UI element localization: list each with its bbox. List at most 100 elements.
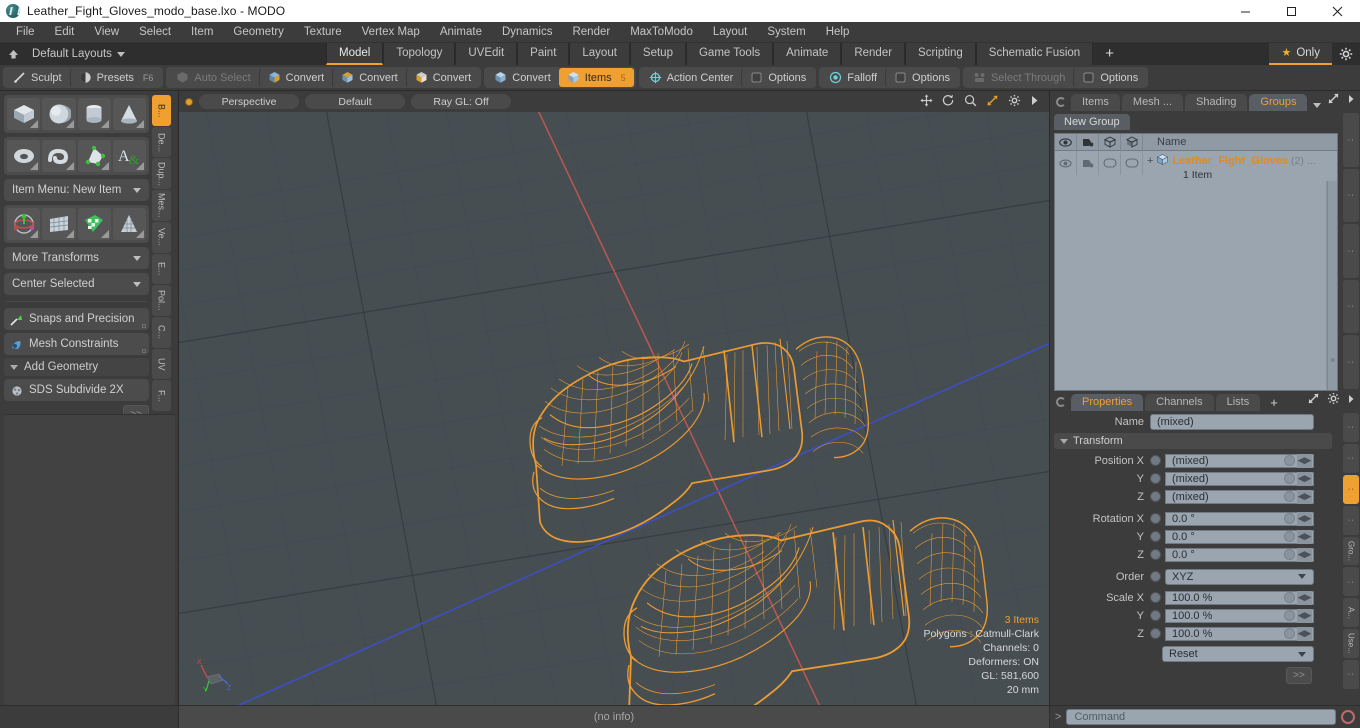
scale-y-knob[interactable] [1284,610,1295,621]
visible-eye-icon[interactable] [1055,133,1077,151]
item-menu-dropdown[interactable]: Item Menu: New Item [4,179,149,201]
render-icon[interactable] [1077,133,1099,151]
tab-properties[interactable]: Properties [1071,394,1144,411]
vtab-fur[interactable]: F... [152,380,171,412]
position-z-knob[interactable] [1284,491,1295,502]
prop-vtab-groups[interactable]: Gro... [1343,536,1359,566]
rotation-x-knob[interactable] [1284,513,1295,524]
vtab-curve[interactable]: C... [152,316,171,348]
select-through-button[interactable]: Select Through [965,68,1073,87]
home-icon[interactable] [0,43,26,65]
prop-vtab-3[interactable]: : [1343,474,1359,504]
menu-dynamics[interactable]: Dynamics [492,22,562,43]
rotation-z-input[interactable]: 0.0 ° ◀▶ [1165,547,1314,562]
name-field[interactable]: (mixed) [1150,413,1314,430]
position-y-radio[interactable] [1150,473,1161,484]
position-y-steppers[interactable]: ◀▶ [1297,471,1312,486]
menu-system[interactable]: System [757,22,815,43]
position-x-knob[interactable] [1284,455,1295,466]
transform-gizmo-icon[interactable] [7,208,41,240]
row-shaded-toggle[interactable] [1121,151,1143,175]
groups-vtab-2[interactable]: : [1343,168,1359,223]
new-group-tab[interactable]: New Group [1054,114,1130,130]
groups-vtab-3[interactable]: : [1343,224,1359,278]
lattice-icon[interactable] [112,208,146,240]
chevron-down-icon[interactable] [1313,103,1322,108]
prop-vtab-4[interactable]: : [1343,505,1359,535]
properties-add-tab[interactable]: + [1262,395,1286,411]
polygon-tool-icon[interactable] [77,140,111,172]
groups-vtab-4[interactable]: : [1343,279,1359,334]
gear-icon[interactable] [1008,94,1021,110]
position-y-knob[interactable] [1284,473,1295,484]
falloff-options-button[interactable]: Options [885,68,958,87]
viewport-canvas[interactable]: 3 Items Polygons : Catmull-Clark Channel… [179,112,1049,705]
rotation-x-steppers[interactable]: ◀▶ [1297,511,1312,526]
scale-z-radio[interactable] [1150,628,1161,639]
arrow-right-icon[interactable] [1030,95,1039,109]
tab-uvedit[interactable]: UVEdit [455,43,518,65]
vtab-basic[interactable]: B... [152,95,171,126]
tab-schematic-fusion[interactable]: Schematic Fusion [975,43,1094,65]
vtab-vertex[interactable]: Ve... [152,221,171,253]
vtab-duplicate[interactable]: Dup... [152,158,171,190]
tab-setup[interactable]: Setup [629,43,686,65]
position-y-input[interactable]: (mixed) ◀▶ [1165,471,1314,486]
rotation-x-input[interactable]: 0.0 ° ◀▶ [1165,511,1314,526]
add-geometry-section[interactable]: Add Geometry [4,358,149,376]
wireframe-icon[interactable] [1099,133,1121,151]
convert-edge-button[interactable]: Convert [332,68,406,87]
prop-vtab-6[interactable]: : [1343,567,1359,597]
viewport-shading-dropdown[interactable]: Default [305,94,405,109]
scale-x-input[interactable]: 100.0 % ◀▶ [1165,590,1314,605]
only-toggle[interactable]: ★ Only [1269,43,1332,65]
menu-select[interactable]: Select [129,22,181,43]
position-x-radio[interactable] [1150,455,1161,466]
tab-scripting[interactable]: Scripting [905,43,976,65]
maximize-button[interactable] [1268,0,1314,22]
arrow-right-icon[interactable] [1347,394,1355,407]
items-button[interactable]: Items 5 [558,68,634,87]
sphere-icon[interactable] [42,98,76,130]
tab-lists[interactable]: Lists [1215,394,1261,411]
action-center-options-button[interactable]: Options [741,68,814,87]
bend-grid-icon[interactable] [42,208,76,240]
rotate-icon[interactable] [942,94,955,110]
convert-polygon-button[interactable]: Convert [405,68,480,87]
fit-icon[interactable] [986,94,999,110]
tab-items[interactable]: Items [1071,94,1120,111]
position-z-radio[interactable] [1150,491,1161,502]
falloff-button[interactable]: Falloff [821,68,885,87]
shaded-icon[interactable] [1121,133,1143,151]
properties-more-button[interactable]: >> [1286,667,1312,684]
zoom-icon[interactable] [964,94,977,110]
row-render-icon[interactable] [1077,151,1099,175]
expand-icon[interactable] [1327,92,1340,108]
add-tab-button[interactable]: + [1093,43,1126,65]
scale-z-input[interactable]: 100.0 % ◀▶ [1165,626,1314,641]
cylinder-icon[interactable] [77,98,111,130]
tab-model[interactable]: Model [326,43,384,65]
menu-geometry[interactable]: Geometry [223,22,294,43]
position-z-steppers[interactable]: ◀▶ [1297,489,1312,504]
properties-menu-dot[interactable] [1056,397,1066,407]
convert-vertex-button[interactable]: Convert [258,68,333,87]
default-layouts-dropdown[interactable]: Default Layouts [26,48,125,60]
prop-vtab-9[interactable]: : [1343,660,1359,690]
minimize-button[interactable] [1222,0,1268,22]
menu-help[interactable]: Help [816,22,860,43]
menu-render[interactable]: Render [562,22,620,43]
scale-y-radio[interactable] [1150,610,1161,621]
menu-texture[interactable]: Texture [294,22,352,43]
tab-render[interactable]: Render [841,43,906,65]
scale-y-input[interactable]: 100.0 % ◀▶ [1165,608,1314,623]
scale-z-steppers[interactable]: ◀▶ [1297,626,1312,641]
scale-y-steppers[interactable]: ◀▶ [1297,608,1312,623]
menu-edit[interactable]: Edit [45,22,85,43]
rotation-y-knob[interactable] [1284,531,1295,542]
vtab-polygon[interactable]: Pol... [152,285,171,316]
tab-mesh-ops[interactable]: Mesh ... [1121,94,1184,111]
rotation-y-input[interactable]: 0.0 ° ◀▶ [1165,529,1314,544]
row-wireframe-toggle[interactable] [1099,151,1121,175]
tab-layout[interactable]: Layout [569,43,630,65]
